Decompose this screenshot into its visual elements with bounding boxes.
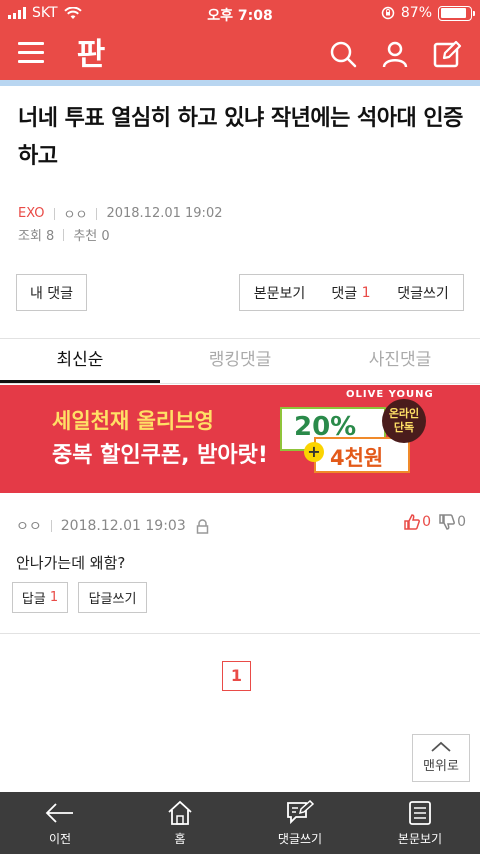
ad-banner[interactable]: OLIVE YOUNG 세일천재 올리브영 중복 할인쿠폰, 받아랏! 20% … xyxy=(0,385,480,493)
dislike-count: 0 xyxy=(457,514,466,530)
reply-label: 답글 xyxy=(21,592,46,607)
nav-back[interactable]: 이전 xyxy=(0,792,120,854)
post-category[interactable]: EXO xyxy=(18,206,45,221)
post-meta: EXO ㅇㅇ 2018.12.01 19:02 xyxy=(18,204,222,223)
lock-icon[interactable] xyxy=(196,518,209,534)
nav-write-comment-label: 댓글쓰기 xyxy=(277,832,323,846)
search-icon[interactable] xyxy=(328,39,358,69)
nav-write-comment[interactable]: 댓글쓰기 xyxy=(240,792,360,854)
nav-back-label: 이전 xyxy=(48,832,72,846)
comments-button[interactable]: 댓글 1 xyxy=(319,274,384,311)
thumbs-down-icon xyxy=(439,514,456,530)
battery-icon xyxy=(438,5,475,21)
post-date: 2018.12.01 19:02 xyxy=(106,206,223,221)
app-header: 판 xyxy=(0,28,480,80)
like-button[interactable]: 0 xyxy=(404,514,431,530)
ad-coupon-amount-text: 4천원 xyxy=(330,446,384,470)
comment-sort-tabs: 최신순 랭킹댓글 사진댓글 xyxy=(0,340,480,384)
header-divider xyxy=(0,80,480,86)
like-count: 0 xyxy=(422,514,432,530)
comment-divider xyxy=(0,633,480,634)
battery-fill xyxy=(440,8,466,18)
view-post-button[interactable]: 본문보기 xyxy=(239,274,320,311)
ad-headline: 세일천재 올리브영 xyxy=(52,409,214,433)
reply-count: 1 xyxy=(49,590,59,605)
comment-meta: ㅇㅇ 2018.12.01 19:03 xyxy=(16,516,209,536)
thumbs-up-icon xyxy=(404,514,421,530)
ad-badge: 온라인 단독 xyxy=(382,399,426,443)
logo-text: 판 xyxy=(77,37,106,72)
chevron-up-icon xyxy=(431,741,451,752)
ad-coupon-amount: 4천원 xyxy=(314,437,410,473)
comments-count: 1 xyxy=(361,284,371,301)
section-divider xyxy=(0,338,480,339)
status-bar: SKT 오후 7:08 87% xyxy=(0,0,480,28)
tab-ranking[interactable]: 랭킹댓글 xyxy=(160,340,320,383)
my-comments-button[interactable]: 내 댓글 xyxy=(16,274,87,311)
home-icon xyxy=(168,800,192,825)
post-title: 너네 투표 열심히 하고 있냐 작년에는 석아대 인증하고 xyxy=(18,106,463,169)
pagination-current-page[interactable]: 1 xyxy=(222,661,251,691)
write-comment-button[interactable]: 댓글쓰기 xyxy=(383,274,464,311)
menu-icon[interactable] xyxy=(18,42,44,64)
meta-divider xyxy=(96,207,98,220)
nav-view-post-label: 본문보기 xyxy=(397,832,443,846)
status-right: 87% xyxy=(381,5,475,21)
post-stats: 조회 8 추천 0 xyxy=(18,225,110,244)
comment-write-icon xyxy=(287,800,315,825)
rotation-lock-icon xyxy=(381,6,395,20)
battery-percent: 87% xyxy=(400,5,432,21)
bottom-nav: 이전 홈 댓글쓰기 본문보기 xyxy=(0,792,480,854)
meta-divider xyxy=(63,228,65,241)
recommend-count: 추천 0 xyxy=(73,229,110,244)
tab-photo[interactable]: 사진댓글 xyxy=(320,340,480,383)
back-arrow-icon xyxy=(45,803,73,823)
comment-date: 2018.12.01 19:03 xyxy=(60,518,186,534)
post-author: ㅇㅇ xyxy=(63,208,88,223)
ad-subheadline: 중복 할인쿠폰, 받아랏! xyxy=(52,443,268,468)
scroll-to-top-label: 맨위로 xyxy=(423,759,459,774)
write-icon[interactable] xyxy=(432,39,462,69)
tab-latest[interactable]: 최신순 xyxy=(0,340,160,383)
comment-author: ㅇㅇ xyxy=(16,519,42,535)
nav-view-post[interactable]: 본문보기 xyxy=(360,792,480,854)
dislike-button[interactable]: 0 xyxy=(439,514,466,530)
document-icon xyxy=(409,801,431,825)
write-reply-button[interactable]: 답글쓰기 xyxy=(78,582,147,613)
plus-icon: + xyxy=(304,442,324,462)
reply-button[interactable]: 답글 1 xyxy=(12,582,68,613)
comments-label: 댓글 xyxy=(331,285,358,302)
user-icon[interactable] xyxy=(380,39,410,69)
meta-divider xyxy=(53,207,55,220)
nav-home[interactable]: 홈 xyxy=(120,792,240,854)
comment-text: 안나가는데 왜함? xyxy=(16,554,126,572)
pann-logo[interactable]: 판 xyxy=(72,34,110,72)
view-count: 조회 8 xyxy=(18,229,55,244)
nav-home-label: 홈 xyxy=(174,832,186,846)
scroll-to-top-button[interactable]: 맨위로 xyxy=(412,734,470,782)
ad-brand: OLIVE YOUNG xyxy=(346,389,434,400)
comment-votes: 0 0 xyxy=(404,514,466,530)
meta-divider xyxy=(50,520,52,532)
